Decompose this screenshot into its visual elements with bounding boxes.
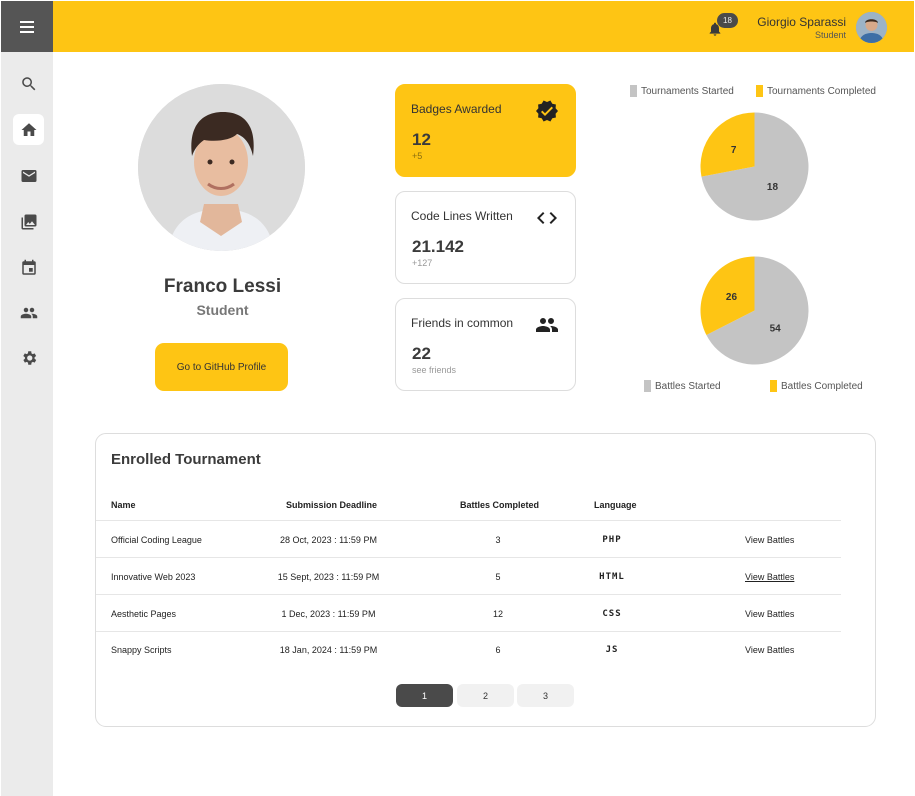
sidebar-item-home[interactable]	[13, 114, 44, 145]
legend-label: Tournaments Started	[641, 85, 734, 97]
cell-deadline: 1 Dec, 2023 : 11:59 PM	[281, 609, 376, 619]
menu-button[interactable]	[1, 1, 53, 52]
notification-count-badge: 18	[717, 13, 738, 28]
legend-battles-started: Battles Started	[644, 380, 721, 392]
pie-label-started: 18	[767, 182, 779, 193]
legend-label: Battles Started	[655, 380, 721, 392]
friends-title: Friends in common	[411, 316, 514, 330]
profile-avatar	[138, 84, 305, 251]
cell-name: Official Coding League	[111, 535, 202, 545]
column-header-battles: Battles Completed	[460, 500, 540, 510]
cell-deadline: 15 Sept, 2023 : 11:59 PM	[277, 572, 380, 582]
profile-name: Franco Lessi	[163, 276, 282, 297]
friends-value: 22	[412, 344, 431, 363]
badges-value: 12	[412, 130, 431, 149]
page-button-1[interactable]: 1	[396, 684, 453, 707]
battles-pie-chart: 26 54	[700, 256, 809, 365]
code-lines-title: Code Lines Written	[411, 209, 513, 223]
table-row: Official Coding League 28 Oct, 2023 : 11…	[96, 520, 841, 557]
cell-battles: 5	[495, 572, 501, 582]
page-button-2[interactable]: 2	[457, 684, 514, 707]
view-battles-link[interactable]: View Battles	[745, 572, 794, 582]
cell-language: CSS	[602, 609, 622, 619]
verified-badge-icon	[535, 99, 559, 123]
user-avatar[interactable]	[856, 12, 887, 43]
table-row: Snappy Scripts 18 Jan, 2024 : 11:59 PM 6…	[96, 631, 841, 665]
cell-language: JS	[605, 645, 619, 655]
column-header-name: Name	[111, 500, 136, 510]
column-header-language: Language	[594, 500, 637, 510]
legend-label: Tournaments Completed	[767, 85, 876, 97]
sidebar	[1, 1, 53, 796]
code-lines-card: Code Lines Written 21.142 +127	[395, 191, 576, 284]
mail-icon	[21, 169, 36, 182]
calendar-icon	[21, 259, 36, 275]
pie-slice-completed	[700, 112, 755, 177]
cell-language: HTML	[599, 572, 625, 582]
cell-battles: 3	[495, 535, 501, 545]
code-icon	[535, 206, 559, 230]
view-battles-link[interactable]: View Battles	[745, 645, 794, 655]
code-lines-delta: +127	[412, 258, 433, 268]
table-row: Aesthetic Pages 1 Dec, 2023 : 11:59 PM 1…	[96, 594, 841, 631]
sidebar-item-gallery[interactable]	[13, 206, 44, 237]
badges-card: Badges Awarded 12 +5	[395, 84, 576, 177]
sidebar-item-search[interactable]	[13, 68, 44, 99]
code-lines-value: 21.142	[412, 237, 464, 256]
badges-delta: +5	[412, 151, 423, 161]
top-bar: 18 Giorgio Sparassi Student	[53, 1, 914, 52]
gear-icon	[22, 350, 36, 365]
pie-label-started: 54	[770, 323, 782, 334]
user-name: Giorgio Sparassi	[757, 15, 846, 29]
github-profile-button[interactable]: Go to GitHub Profile	[155, 343, 288, 391]
cell-name: Snappy Scripts	[111, 645, 172, 655]
home-icon	[21, 122, 36, 136]
legend-swatch	[770, 380, 777, 392]
people-icon	[535, 313, 559, 337]
sidebar-item-people[interactable]	[13, 297, 44, 328]
profile-role: Student	[196, 302, 249, 318]
legend-label: Battles Completed	[781, 380, 863, 392]
sidebar-item-settings[interactable]	[13, 342, 44, 373]
hamburger-icon	[20, 20, 34, 33]
people-icon	[20, 307, 37, 318]
sidebar-item-mail[interactable]	[13, 160, 44, 191]
pie-label-completed: 26	[726, 292, 738, 303]
table-row: Innovative Web 2023 15 Sept, 2023 : 11:5…	[96, 557, 841, 594]
view-battles-link[interactable]: View Battles	[745, 609, 794, 619]
cell-name: Innovative Web 2023	[111, 572, 196, 582]
search-icon	[21, 76, 35, 90]
cell-deadline: 18 Jan, 2024 : 11:59 PM	[279, 645, 378, 655]
view-battles-link[interactable]: View Battles	[745, 535, 794, 545]
user-role: Student	[814, 30, 846, 40]
cell-battles: 12	[492, 609, 503, 619]
pie-label-completed: 7	[731, 145, 737, 156]
legend-tournaments-completed: Tournaments Completed	[756, 85, 876, 97]
friends-card: Friends in common 22 see friends	[395, 298, 576, 391]
panel-title: Enrolled Tournament	[111, 451, 261, 468]
legend-swatch	[644, 380, 651, 392]
cell-battles: 6	[495, 645, 501, 655]
legend-swatch	[630, 85, 637, 97]
legend-swatch	[756, 85, 763, 97]
legend-tournaments-started: Tournaments Started	[630, 85, 734, 97]
sidebar-item-calendar[interactable]	[13, 252, 44, 283]
enrolled-tournament-panel: Enrolled Tournament Name Submission Dead…	[95, 433, 876, 727]
see-friends-link[interactable]: see friends	[412, 365, 456, 375]
legend-battles-completed: Battles Completed	[770, 380, 863, 392]
page-button-3[interactable]: 3	[517, 684, 574, 707]
gallery-icon	[21, 214, 36, 229]
tournaments-pie-chart: 7 18	[700, 112, 809, 221]
column-header-deadline: Submission Deadline	[286, 500, 378, 510]
cell-deadline: 28 Oct, 2023 : 11:59 PM	[280, 535, 377, 545]
badges-title: Badges Awarded	[411, 102, 502, 116]
cell-language: PHP	[602, 535, 622, 545]
cell-name: Aesthetic Pages	[111, 609, 177, 619]
